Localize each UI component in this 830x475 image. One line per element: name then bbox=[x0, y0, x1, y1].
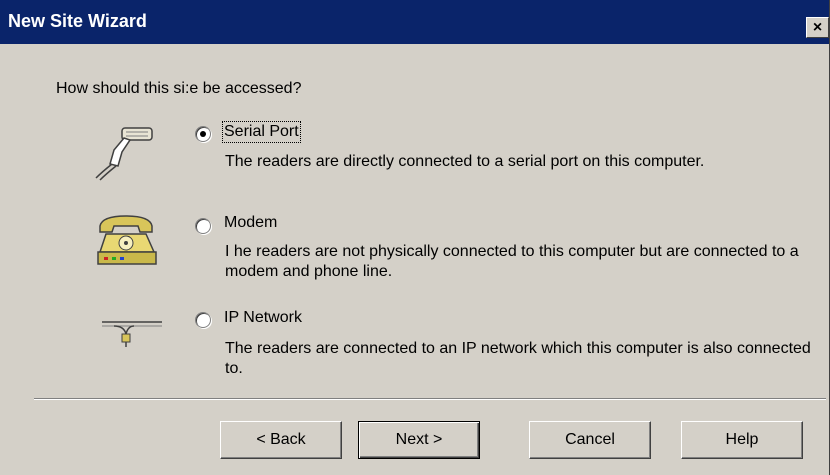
serial-cable-icon bbox=[95, 127, 153, 181]
close-button[interactable]: × bbox=[806, 17, 829, 38]
separator-highlight bbox=[34, 399, 826, 400]
ip-network-description: The readers are connected to an IP netwo… bbox=[225, 340, 811, 377]
window-title: New Site Wizard bbox=[8, 11, 147, 31]
modem-description: I he readers are not physically connecte… bbox=[225, 243, 799, 280]
modem-label[interactable]: Modem bbox=[224, 214, 277, 232]
next-button[interactable]: Next > bbox=[358, 421, 480, 459]
serial-port-description: The readers are directly connected to a … bbox=[225, 153, 705, 170]
ip-network-radio[interactable] bbox=[195, 312, 211, 328]
ip-network-label[interactable]: IP Network bbox=[224, 309, 302, 327]
back-button[interactable]: < Back bbox=[220, 421, 342, 459]
title-bar[interactable]: New Site Wizard × bbox=[0, 0, 829, 44]
close-icon: × bbox=[812, 19, 823, 36]
new-site-wizard-window: New Site Wizard × How should this si:e b… bbox=[0, 0, 830, 475]
access-question: How should this si:e be accessed? bbox=[56, 80, 302, 97]
cancel-button[interactable]: Cancel bbox=[529, 421, 651, 459]
modem-radio[interactable] bbox=[195, 218, 211, 234]
serial-port-label[interactable]: Serial Port bbox=[222, 121, 301, 143]
serial-port-radio[interactable] bbox=[195, 126, 211, 142]
network-connector-icon bbox=[102, 321, 162, 347]
help-button[interactable]: Help bbox=[681, 421, 803, 459]
telephone-modem-icon bbox=[97, 215, 157, 265]
